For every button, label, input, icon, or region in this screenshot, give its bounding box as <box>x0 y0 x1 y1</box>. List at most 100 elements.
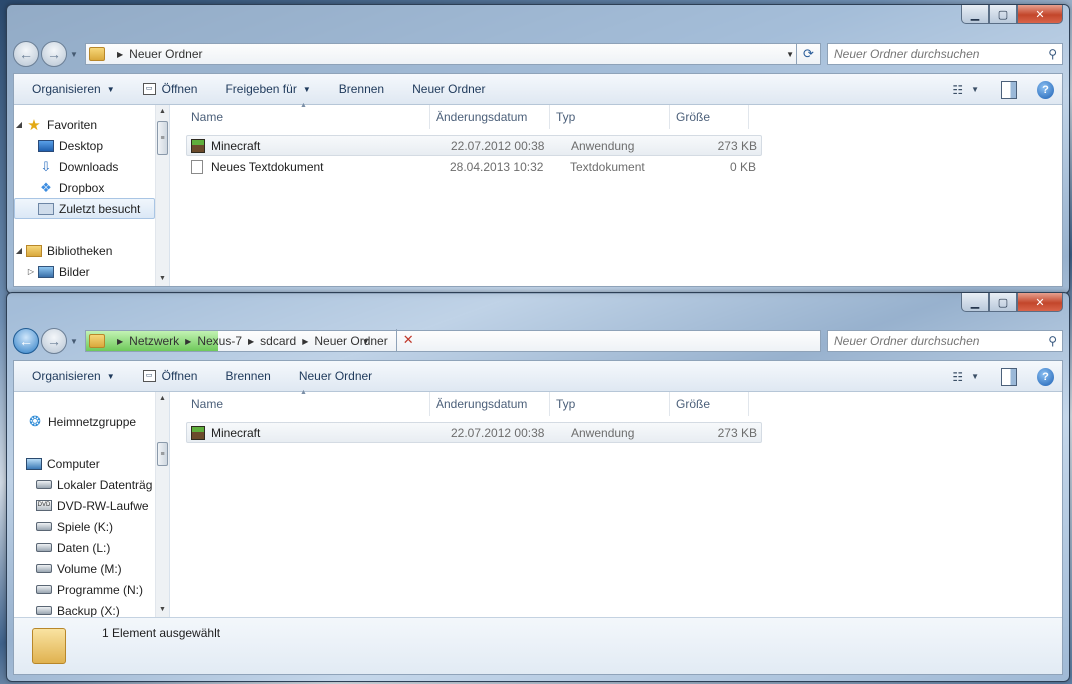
view-options-icon[interactable]: ☷ <box>952 81 963 99</box>
open-button[interactable]: ▭ Öffnen <box>129 77 212 101</box>
back-button[interactable]: ← <box>13 328 39 354</box>
nav-item-libraries[interactable]: ◢ Bibliotheken <box>14 240 155 261</box>
nav-item-volume-drive[interactable]: Volume (M:) <box>14 558 155 579</box>
view-dropdown-icon[interactable]: ▼ <box>971 81 979 99</box>
breadcrumb-separator[interactable]: ▶ <box>117 50 123 59</box>
nav-item-downloads[interactable]: ⇩ Downloads <box>14 156 155 177</box>
breadcrumb-separator[interactable]: ▶ <box>302 337 308 346</box>
column-header-name[interactable]: ▲ Name <box>171 389 430 416</box>
column-header-type[interactable]: Typ <box>550 392 670 416</box>
search-icon[interactable]: ⚲ <box>1048 47 1057 61</box>
navigation-scrollbar[interactable]: ▲ ≡ ▼ <box>155 392 169 617</box>
nav-label: Programme (N:) <box>57 582 144 597</box>
address-dropdown-icon[interactable]: ▼ <box>786 50 794 59</box>
column-header-date[interactable]: Änderungsdatum <box>430 392 550 416</box>
column-header-type[interactable]: Typ <box>550 105 670 129</box>
nav-item-local-drive[interactable]: Lokaler Datenträg <box>14 474 155 495</box>
organize-button[interactable]: Organisieren ▼ <box>18 77 129 101</box>
new-folder-button[interactable]: Neuer Ordner <box>398 77 499 101</box>
nav-item-data-drive[interactable]: Daten (L:) <box>14 537 155 558</box>
search-icon[interactable]: ⚲ <box>1048 334 1057 348</box>
file-list: ▲ Name Änderungsdatum Typ Größe Minecraf… <box>171 102 1062 286</box>
scroll-up-icon[interactable]: ▲ <box>156 392 169 406</box>
breadcrumb-separator[interactable]: ▶ <box>248 337 254 346</box>
maximize-button[interactable]: ▢ <box>989 293 1017 312</box>
scrollbar-thumb[interactable]: ≡ <box>157 121 168 155</box>
close-button[interactable]: ✕ <box>1017 5 1063 24</box>
nav-label: Zuletzt besucht <box>59 201 141 216</box>
breadcrumb-separator[interactable]: ▶ <box>185 337 191 346</box>
nav-item-games-drive[interactable]: Spiele (K:) <box>14 516 155 537</box>
forward-button[interactable]: → <box>41 41 67 67</box>
nav-item-dvd-drive[interactable]: DVD DVD-RW-Laufwe <box>14 495 155 516</box>
application-icon: ▭ <box>142 83 156 95</box>
breadcrumb-separator[interactable]: ▶ <box>117 337 123 346</box>
nav-item-pictures[interactable]: ▷ Bilder <box>14 261 155 282</box>
share-button[interactable]: Freigeben für ▼ <box>211 77 324 101</box>
search-input[interactable] <box>834 47 1034 61</box>
navigation-list: ◢ ★ Favoriten Desktop ⇩ Downloads ❖ Drop… <box>14 105 155 282</box>
nav-item-computer[interactable]: Computer <box>14 453 155 474</box>
scroll-down-icon[interactable]: ▼ <box>156 603 169 617</box>
new-folder-button[interactable]: Neuer Ordner <box>285 364 386 388</box>
column-header-size[interactable]: Größe <box>670 392 749 416</box>
address-bar[interactable]: ▶ Netzwerk ▶ Nexus-7 ▶ sdcard ▶ Neuer Or… <box>85 329 821 352</box>
preview-pane-icon[interactable] <box>1001 367 1017 386</box>
nav-item-backup-drive[interactable]: Backup (X:) <box>14 600 155 617</box>
refresh-icon[interactable]: ⟳ <box>796 43 820 65</box>
body-area: ❂ Heimnetzgruppe Computer Lokaler Datent… <box>14 389 1062 617</box>
breadcrumb-neuer-ordner[interactable]: Neuer Ordner <box>314 334 387 348</box>
search-input[interactable] <box>834 334 1034 348</box>
burn-button[interactable]: Brennen <box>325 77 398 101</box>
nav-label: Backup (X:) <box>57 603 120 618</box>
hard-drive-icon <box>36 543 52 552</box>
minimize-button[interactable]: ▁ <box>961 293 989 312</box>
burn-button[interactable]: Brennen <box>211 364 284 388</box>
minimize-button[interactable]: ▁ <box>961 5 989 24</box>
scrollbar-thumb[interactable]: ≡ <box>157 442 168 466</box>
back-button[interactable]: ← <box>13 41 39 67</box>
expanded-triangle-icon[interactable]: ◢ <box>14 120 24 129</box>
nav-item-desktop[interactable]: Desktop <box>14 135 155 156</box>
search-box[interactable]: ⚲ <box>827 330 1063 352</box>
maximize-button[interactable]: ▢ <box>989 5 1017 24</box>
forward-button[interactable]: → <box>41 328 67 354</box>
column-header-size[interactable]: Größe <box>670 105 749 129</box>
column-header-date[interactable]: Änderungsdatum <box>430 105 550 129</box>
expanded-triangle-icon[interactable]: ◢ <box>14 246 24 255</box>
breadcrumb-sdcard[interactable]: sdcard <box>260 334 296 348</box>
address-dropdown-icon[interactable]: ▼ <box>362 337 370 346</box>
nav-item-favorites[interactable]: ◢ ★ Favoriten <box>14 114 155 135</box>
nav-item-programs-drive[interactable]: Programme (N:) <box>14 579 155 600</box>
scroll-up-icon[interactable]: ▲ <box>156 105 169 119</box>
view-dropdown-icon[interactable]: ▼ <box>971 368 979 386</box>
view-options-icon[interactable]: ☷ <box>952 368 963 386</box>
file-row-minecraft[interactable]: Minecraft 22.07.2012 00:38 Anwendung 273… <box>186 422 762 443</box>
navigation-scrollbar[interactable]: ▲ ≡ ▼ <box>155 105 169 286</box>
collapsed-triangle-icon[interactable]: ▷ <box>26 267 36 276</box>
breadcrumb-nexus-7[interactable]: Nexus-7 <box>197 334 242 348</box>
nav-item-homegroup[interactable]: ❂ Heimnetzgruppe <box>14 411 155 432</box>
breadcrumb-neuer-ordner[interactable]: Neuer Ordner <box>129 47 202 61</box>
address-bar[interactable]: ▶ Neuer Ordner ▼ ⟳ <box>85 43 821 65</box>
column-header-name[interactable]: ▲ Name <box>171 102 430 129</box>
scroll-down-icon[interactable]: ▼ <box>156 272 169 286</box>
open-button[interactable]: ▭ Öffnen <box>129 364 212 388</box>
application-icon: ▭ <box>142 370 156 382</box>
file-row-textdocument[interactable]: Neues Textdokument 28.04.2013 10:32 Text… <box>186 156 762 177</box>
file-row-minecraft[interactable]: Minecraft 22.07.2012 00:38 Anwendung 273… <box>186 135 762 156</box>
organize-button[interactable]: Organisieren ▼ <box>18 364 129 388</box>
organize-label: Organisieren <box>32 369 101 383</box>
file-date: 28.04.2013 10:32 <box>450 159 544 174</box>
recent-pages-dropdown[interactable]: ▼ <box>69 337 79 346</box>
search-box[interactable]: ⚲ <box>827 43 1063 65</box>
breadcrumb-netzwerk[interactable]: Netzwerk <box>129 334 179 348</box>
help-icon[interactable]: ? <box>1037 80 1054 99</box>
help-icon[interactable]: ? <box>1037 367 1054 386</box>
close-button[interactable]: ✕ <box>1017 293 1063 312</box>
recent-pages-dropdown[interactable]: ▼ <box>69 50 79 59</box>
stop-loading-icon[interactable]: ✕ <box>395 329 420 351</box>
nav-item-dropbox[interactable]: ❖ Dropbox <box>14 177 155 198</box>
preview-pane-icon[interactable] <box>1001 80 1017 99</box>
nav-item-recent[interactable]: Zuletzt besucht <box>14 198 155 219</box>
